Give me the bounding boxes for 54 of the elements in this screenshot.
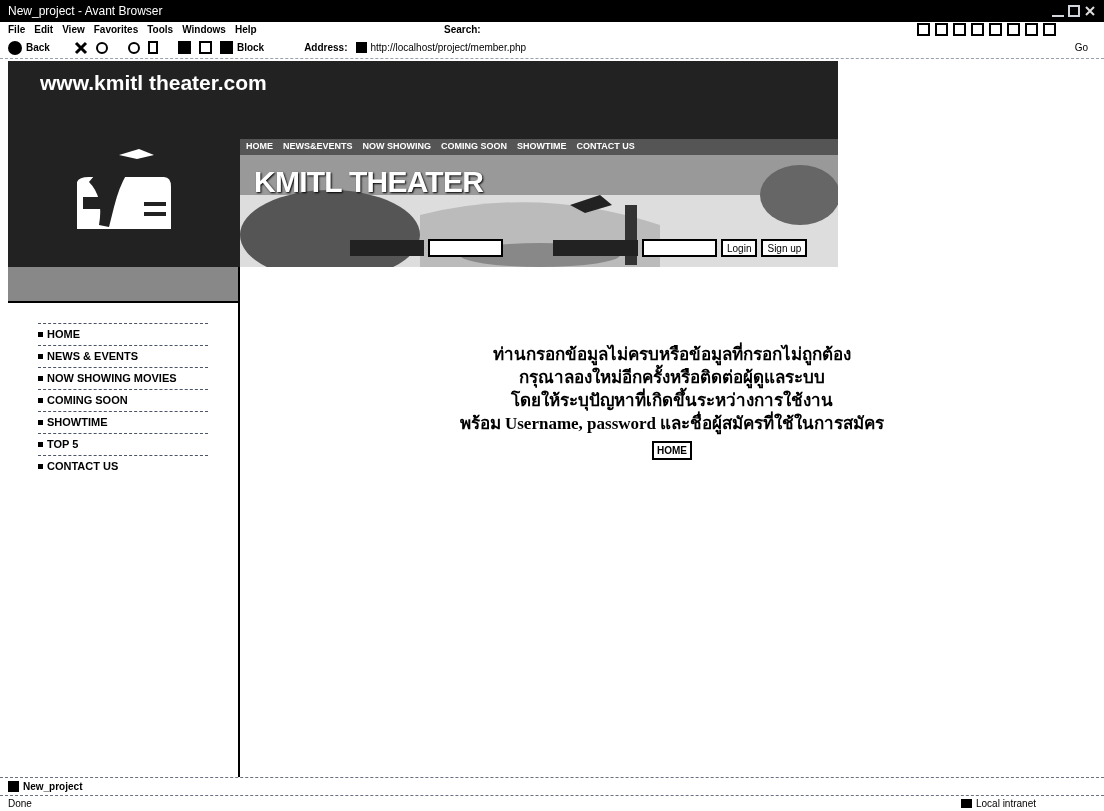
window-layout-icon[interactable] — [953, 23, 966, 36]
block-button[interactable]: Block — [219, 40, 265, 55]
signup-button[interactable]: Sign up — [761, 239, 808, 257]
message-line: พร้อม Username, password และชื่อผู้สมัครที่ใช้ในการสมัคร — [459, 412, 885, 435]
window-layout-icon[interactable] — [1007, 23, 1020, 36]
back-button[interactable]: Back — [8, 40, 50, 55]
page-tab[interactable]: New_project — [8, 779, 83, 794]
home-button[interactable]: HOME — [652, 441, 692, 460]
window-title: New_project - Avant Browser — [8, 3, 163, 20]
sidebar-link[interactable]: NOW SHOWING MOVIES — [38, 367, 208, 389]
go-button[interactable]: Go — [1074, 40, 1088, 55]
window-layout-icon[interactable] — [917, 23, 930, 36]
login-button[interactable]: Login — [721, 239, 758, 257]
menu-item[interactable]: Help — [234, 22, 257, 37]
message-line: กรุณาลองใหม่อีกครั้งหรือติดต่อผู้ดูแลระบบ — [519, 366, 825, 389]
sidebar-link[interactable]: CONTACT US — [38, 455, 208, 477]
menu-item[interactable]: Edit — [34, 22, 54, 37]
refresh-icon[interactable] — [95, 41, 108, 54]
menu-item[interactable]: Windows — [182, 22, 226, 37]
menu-item[interactable]: View — [62, 22, 85, 37]
nav-link[interactable]: HOME — [246, 140, 273, 154]
maximize-icon[interactable] — [1068, 5, 1080, 17]
menu-item[interactable]: Tools — [147, 22, 174, 37]
menu-item[interactable]: Favorites — [93, 22, 139, 37]
site-domain: www.kmitl theater.com — [40, 70, 267, 96]
nav-link[interactable]: COMING SOON — [441, 140, 508, 154]
sidebar-link[interactable]: NEWS & EVENTS — [38, 345, 208, 367]
nav-link[interactable]: NOW SHOWING — [362, 140, 431, 154]
address-field[interactable]: http://localhost/project/member.php — [355, 40, 916, 55]
window-layout-icon[interactable] — [1025, 23, 1038, 36]
password-field[interactable] — [642, 239, 717, 257]
address-label: Address: — [304, 41, 348, 55]
username-field[interactable] — [428, 239, 503, 257]
message-line: โดยให้ระบุปัญหาที่เกิดขึ้นระหว่างการใช้งาน — [511, 389, 833, 412]
close-icon[interactable] — [1084, 5, 1096, 17]
stop-icon[interactable] — [73, 40, 88, 55]
search-label: Search: — [444, 23, 481, 37]
window-layout-icon[interactable] — [971, 23, 984, 36]
nav-link[interactable]: NEWS&EVENTS — [283, 140, 353, 154]
nav-link[interactable]: SHOWTIME — [517, 140, 567, 154]
sidebar-link[interactable]: COMING SOON — [38, 389, 208, 411]
zone-indicator: Local intranet — [960, 796, 1036, 811]
site-title: KMITL THEATER — [253, 164, 485, 200]
nav-link[interactable]: CONTACT US — [576, 140, 635, 154]
history-icon[interactable] — [127, 41, 140, 54]
window-layout-icon[interactable] — [935, 23, 948, 36]
sidebar-link[interactable]: SHOWTIME — [38, 411, 208, 433]
sidebar-link[interactable]: TOP 5 — [38, 433, 208, 455]
status-text: Done — [8, 797, 32, 811]
menu-item[interactable]: File — [8, 22, 26, 37]
message-line: ท่านกรอกข้อมูลไม่ครบหรือข้อมูลที่กรอกไม่ถูกต้อง — [493, 343, 851, 366]
window-layout-icon[interactable] — [989, 23, 1002, 36]
window-layout-icon[interactable] — [1043, 23, 1056, 36]
sidebar-link[interactable]: HOME — [38, 323, 208, 345]
